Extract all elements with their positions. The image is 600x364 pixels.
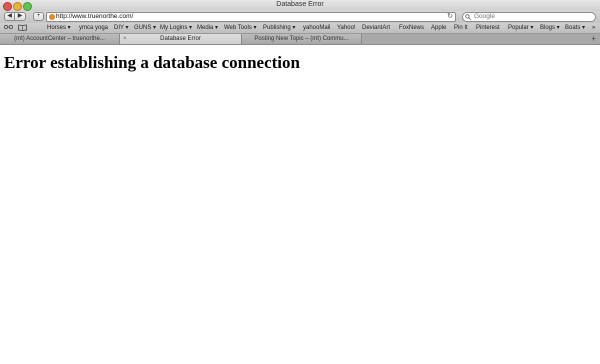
bookmark-diy[interactable]: DIY ▾ (114, 24, 129, 32)
bookmark-horses[interactable]: Horses ▾ (47, 24, 71, 32)
window-titlebar: Database Error (0, 0, 600, 11)
tab-label: (mt) AccountCenter – truenorthe... (14, 36, 105, 42)
tab-database-error[interactable]: × Database Error (120, 34, 242, 44)
reading-list-icon[interactable] (3, 24, 14, 33)
tab-label: Database Error (160, 36, 201, 42)
bookmark-apple[interactable]: Apple (431, 24, 446, 32)
bookmark-deviantart[interactable]: DeviantArt (362, 24, 390, 32)
bookmark-ymca-yoga[interactable]: ymca yoga (79, 24, 108, 32)
bookmark-popular[interactable]: Popular ▾ (508, 24, 533, 32)
url-text[interactable]: http://www.truenorthe.com/ (56, 13, 133, 21)
search-input[interactable] (474, 13, 592, 21)
bookmark-web-tools[interactable]: Web Tools ▾ (224, 24, 256, 32)
new-tab-button[interactable]: + (591, 34, 596, 44)
add-bookmark-button[interactable]: + (33, 12, 44, 21)
bookmark-pinterest[interactable]: Pinterest (476, 24, 500, 32)
bookmark-blogs[interactable]: Blogs ▾ (540, 24, 560, 32)
search-field[interactable] (462, 12, 596, 22)
page-content: Error establishing a database connection (0, 45, 600, 364)
tab-account-center[interactable]: (mt) AccountCenter – truenorthe... (0, 34, 120, 44)
tab-bar: (mt) AccountCenter – truenorthe... × Dat… (0, 34, 600, 45)
browser-toolbar: ◀ ▶ + http://www.truenorthe.com/ ↻ (0, 11, 600, 23)
bookmark-publishing[interactable]: Publishing ▾ (263, 24, 295, 32)
address-bar[interactable]: http://www.truenorthe.com/ ↻ (46, 12, 456, 22)
bookmark-foxnews[interactable]: FoxNews (399, 24, 424, 32)
tab-label: Posting New Topic – (mt) Commu... (254, 36, 349, 42)
forward-button[interactable]: ▶ (15, 12, 26, 21)
tab-posting-new-topic[interactable]: Posting New Topic – (mt) Commu... (242, 34, 362, 44)
bookmarks-book-icon[interactable] (18, 24, 27, 34)
bookmark-boats[interactable]: Boats ▾ (565, 24, 585, 32)
bookmark-guns[interactable]: GUNS ▾ (134, 24, 156, 32)
search-icon (465, 14, 471, 22)
bookmarks-bar: Horses ▾ ymca yoga DIY ▾ GUNS ▾ My Login… (0, 23, 600, 34)
error-heading: Error establishing a database connection (4, 53, 300, 72)
site-favicon-icon (49, 14, 55, 20)
bookmarks-overflow-button[interactable]: » (592, 24, 595, 32)
reload-icon[interactable]: ↻ (447, 13, 453, 21)
bookmark-yahoo[interactable]: Yahoo! (337, 24, 356, 32)
close-tab-icon[interactable]: × (123, 34, 127, 44)
back-button[interactable]: ◀ (4, 12, 15, 21)
bookmark-pin-it[interactable]: Pin It (454, 24, 468, 32)
bookmark-my-logins[interactable]: My Logins ▾ (160, 24, 192, 32)
window-title: Database Error (276, 1, 324, 8)
bookmark-media[interactable]: Media ▾ (197, 24, 218, 32)
bookmark-yahoomail[interactable]: yahooMail (303, 24, 330, 32)
